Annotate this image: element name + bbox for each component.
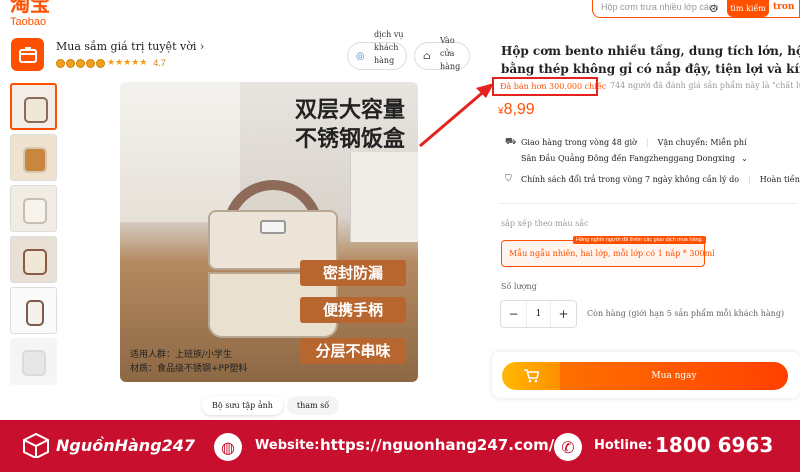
logo-en: Taobao — [10, 16, 47, 28]
origin-info[interactable]: Sân Đầu Quảng Đông đến Fangzhenggang Don… — [505, 154, 748, 163]
quantity-stepper: − 1 + — [500, 300, 577, 328]
sold-count: Đã bán hơn 300.000 chiếc — [492, 77, 606, 96]
medal-icon — [56, 58, 65, 68]
footer-banner: NguồnHàng247 ◍ Website: https://nguonhan… — [0, 420, 800, 472]
increment-button[interactable]: + — [551, 307, 576, 321]
medal-icon — [76, 58, 85, 68]
store-logo[interactable] — [11, 38, 44, 71]
divider — [498, 203, 798, 204]
buy-now-button[interactable]: Mua ngay — [560, 362, 788, 390]
variant-option[interactable]: Mẫu ngẫu nhiên, hai lớp, mỗi lớp có 1 nắ… — [501, 236, 715, 267]
taobao-logo[interactable]: 淘宝 Taobao — [10, 0, 50, 28]
return-policy: ⛉ Chính sách đổi trả trong vòng 7 ngày k… — [505, 174, 800, 184]
globe-icon: ◍ — [214, 433, 242, 461]
review-summary[interactable]: 744 người đã đánh giá sản phẩm này là "c… — [610, 81, 800, 90]
thumbnail[interactable] — [10, 185, 57, 232]
thumbnail[interactable] — [10, 236, 57, 283]
search-button-secondary[interactable]: tron — [773, 2, 794, 12]
thumbnail[interactable] — [10, 134, 57, 181]
variant-badge: Hàng nghìn người đã thêm các giao dịch m… — [573, 236, 707, 244]
customer-service-label: dịch vụ khách hàng — [374, 30, 404, 65]
box-icon — [23, 432, 49, 458]
hotline-label: Hotline: — [594, 438, 653, 453]
truck-icon: ⛟ — [505, 137, 517, 147]
medal-icon — [66, 58, 75, 68]
headset-icon: ◎ — [356, 50, 365, 62]
chevron-down-icon: ⌄ — [741, 154, 748, 163]
footer-brand-name: NguồnHàng247 — [56, 435, 196, 455]
camera-icon[interactable]: ⊙ — [709, 2, 718, 15]
tab-gallery[interactable]: Bộ sưu tập ảnh — [202, 396, 283, 415]
image-tag: 密封防漏 — [300, 260, 406, 286]
phone-icon: ✆ — [554, 433, 582, 461]
product-title: Hộp cơm bento nhiều tầng, dung tích lớn,… — [501, 44, 800, 76]
store-name[interactable]: Mua sắm giá trị tuyệt vời › — [56, 40, 204, 53]
shop-icon: ⌂ — [423, 50, 431, 62]
search-bar[interactable]: Hộp cơm trưa nhiều lớp cách ⊙ tìm kiếm t… — [592, 0, 800, 18]
page: { "header": { "logo_cn": "淘宝", "logo_en"… — [0, 0, 800, 472]
medal-icon — [96, 58, 105, 68]
image-headline: 双层大容量 不锈钢饭盒 — [294, 98, 405, 152]
image-tag: 分层不串味 — [300, 338, 406, 364]
product-price: ¥8,99 — [498, 101, 535, 118]
shield-icon: ⛉ — [505, 174, 512, 184]
variant-label: Mẫu ngẫu nhiên, hai lớp, mỗi lớp có 1 nắ… — [509, 249, 715, 258]
image-caption: 适用人群：上班族/小学生 材质：食品级不锈钢+PP塑料 — [130, 350, 248, 374]
chevron-right-icon: › — [199, 40, 205, 53]
quantity-label: Số lượng — [501, 282, 537, 291]
image-tabs: Bộ sưu tập ảnh tham số — [202, 396, 340, 415]
thumbnail[interactable] — [10, 83, 57, 130]
image-tag: 便携手柄 — [300, 297, 406, 323]
website-link[interactable]: https://nguonhang247.com/ — [320, 436, 554, 454]
thumbnail[interactable] — [10, 338, 57, 385]
logo-cn: 淘宝 — [10, 0, 50, 16]
search-button[interactable]: tìm kiếm — [727, 0, 769, 17]
medal-icon — [86, 58, 95, 68]
star-icon: ★★★★★ — [107, 58, 148, 68]
thumbnail-list — [10, 83, 58, 389]
quantity-input[interactable]: 1 — [526, 301, 551, 327]
delivery-info: ⛟ Giao hàng trong vòng 48 giờ | Vận chuy… — [505, 137, 747, 147]
search-input[interactable]: Hộp cơm trưa nhiều lớp cách — [601, 2, 718, 12]
hotline-number[interactable]: 1800 6963 — [655, 433, 773, 457]
store-rating: ★★★★★ 4.7 — [56, 58, 166, 68]
add-to-cart-button[interactable] — [502, 362, 560, 390]
rating-score: 4.7 — [153, 58, 166, 68]
annotation-arrow — [419, 83, 494, 148]
sort-label: sắp xếp theo màu sắc — [501, 219, 589, 228]
tab-parameters[interactable]: tham số — [286, 396, 340, 415]
decrement-button[interactable]: − — [501, 307, 526, 321]
thumbnail[interactable] — [10, 287, 57, 334]
store-icon — [18, 46, 37, 63]
stock-status: Còn hàng (giới hạn 5 sản phẩm mỗi khách … — [587, 309, 785, 318]
cart-icon — [524, 369, 539, 383]
visit-store-label: Vào cửa hàng — [440, 36, 461, 71]
website-label: Website: — [255, 438, 320, 453]
footer-brand: NguồnHàng247 — [22, 432, 195, 458]
